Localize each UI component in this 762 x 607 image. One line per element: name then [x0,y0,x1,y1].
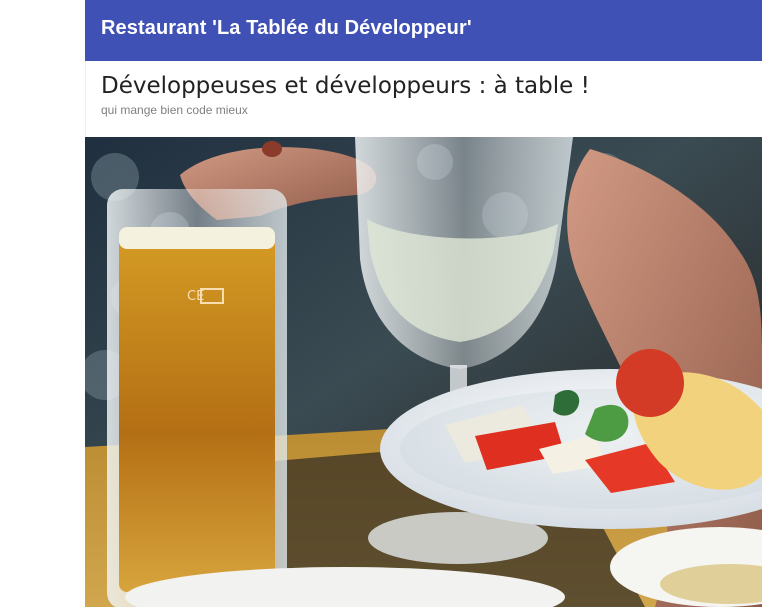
site-title[interactable]: Restaurant 'La Tablée du Développeur' [101,17,472,40]
hero-subtitle: qui mange bien code mieux [101,103,248,117]
left-gutter [0,0,85,607]
page-root: Restaurant 'La Tablée du Développeur' Dé… [0,0,762,607]
beer-glass: CE [107,189,287,607]
svg-text:CE: CE [187,289,204,304]
hero-header: Développeuses et développeurs : à table … [85,61,762,137]
photo-svg: CE [85,137,762,607]
site-header: Restaurant 'La Tablée du Développeur' [85,0,762,61]
dinner-table-photo: CE [85,137,762,607]
hero-title: Développeuses et développeurs : à table … [101,73,590,99]
